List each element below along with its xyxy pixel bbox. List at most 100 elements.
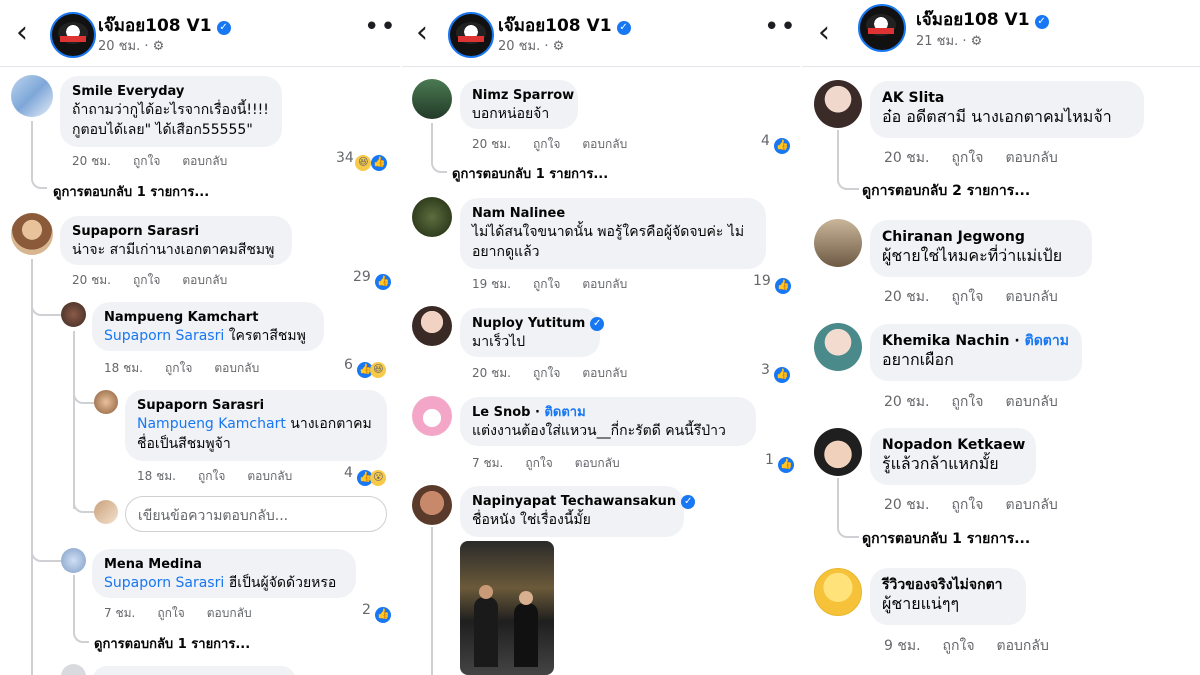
- reply-link[interactable]: ตอบกลับ: [1005, 497, 1057, 513]
- comment-actions: 19 ชม. ถูกใจ ตอบกลับ: [472, 277, 628, 291]
- like-link[interactable]: ถูกใจ: [951, 150, 983, 166]
- page-avatar[interactable]: [50, 12, 96, 58]
- mention-link[interactable]: Supaporn Sarasri: [104, 575, 224, 591]
- comment-author[interactable]: Supaporn Sarasri: [137, 397, 375, 414]
- back-arrow-icon[interactable]: ‹: [16, 18, 28, 48]
- like-link[interactable]: ถูกใจ: [533, 137, 560, 151]
- reply-link[interactable]: ตอบกลับ: [182, 273, 227, 287]
- avatar[interactable]: [814, 219, 862, 267]
- view-replies-link[interactable]: ดูการตอบกลับ 1 รายการ...: [862, 528, 1030, 550]
- comment-text: มาเร็วไป: [472, 334, 526, 350]
- comment-text: อยากดูแล้ว: [472, 244, 540, 260]
- comment-author[interactable]: รีวิวของจริงไม่จกตา: [882, 577, 1014, 594]
- avatar[interactable]: [412, 485, 452, 525]
- reaction-count[interactable]: 2 👍: [362, 602, 392, 623]
- reply-link[interactable]: ตอบกลับ: [575, 456, 620, 470]
- page-avatar[interactable]: [858, 4, 906, 52]
- more-options-icon[interactable]: •••: [364, 14, 402, 40]
- like-link[interactable]: ถูกใจ: [943, 638, 975, 654]
- avatar[interactable]: [412, 79, 452, 119]
- comment-text: ชื่อเป็นสีชมพูจ้า: [137, 436, 231, 452]
- like-link[interactable]: ถูกใจ: [525, 456, 552, 470]
- reply-link[interactable]: ตอบกลับ: [207, 606, 252, 620]
- thread-line: [73, 331, 75, 509]
- like-link[interactable]: ถูกใจ: [951, 289, 983, 305]
- view-replies-link[interactable]: ดูการตอบกลับ 1 รายการ...: [94, 633, 250, 654]
- reaction-count[interactable]: 3 👍: [761, 362, 791, 383]
- avatar[interactable]: [814, 568, 862, 616]
- comment-author[interactable]: Chiranan Jegwong: [882, 229, 1080, 246]
- comment-author[interactable]: Nam Nalinee: [472, 205, 754, 222]
- verified-badge-icon: ✓: [681, 495, 696, 509]
- reaction-count[interactable]: 19 👍: [753, 273, 792, 294]
- page-name[interactable]: เจ๊มอย108 V1 ✓: [916, 6, 1049, 33]
- reply-input[interactable]: เขียนข้อความตอบกลับ...: [125, 496, 387, 532]
- avatar[interactable]: [412, 396, 452, 436]
- comment-author[interactable]: Supaporn Sarasri: [72, 223, 280, 240]
- comment-author[interactable]: Napinyapat Techawansakun ✓: [472, 493, 696, 510]
- avatar[interactable]: [814, 323, 862, 371]
- reaction-count[interactable]: 29 👍: [353, 269, 392, 290]
- video-attachment[interactable]: [460, 541, 554, 675]
- avatar[interactable]: [61, 548, 86, 573]
- like-link[interactable]: ถูกใจ: [198, 469, 225, 483]
- reply-link[interactable]: ตอบกลับ: [582, 137, 627, 151]
- follow-link[interactable]: ติดตาม: [1025, 333, 1069, 349]
- reaction-count[interactable]: 1 👍: [765, 452, 795, 473]
- mention-link[interactable]: Nampueng Kamchart: [137, 416, 286, 432]
- avatar[interactable]: [61, 302, 86, 327]
- comment-author[interactable]: Khemika Nachin · ติดตาม: [882, 333, 1070, 350]
- reply-link[interactable]: ตอบกลับ: [182, 154, 227, 168]
- avatar[interactable]: [11, 75, 53, 117]
- avatar[interactable]: [94, 390, 118, 414]
- view-replies-link[interactable]: ดูการตอบกลับ 1 รายการ...: [452, 163, 608, 184]
- like-link[interactable]: ถูกใจ: [133, 154, 160, 168]
- comment-bubble: Le Snob · ติดตาม แต่งงานต้องใส่แหวน__กี่…: [460, 397, 756, 446]
- like-link[interactable]: ถูกใจ: [157, 606, 184, 620]
- avatar[interactable]: [11, 213, 53, 255]
- like-link[interactable]: ถูกใจ: [533, 366, 560, 380]
- comment-text: อ๋อ อดีตสามี นางเอกตาคมไหมจ้า: [882, 107, 1112, 126]
- reply-link[interactable]: ตอบกลับ: [582, 366, 627, 380]
- back-arrow-icon[interactable]: ‹: [818, 18, 830, 48]
- reply-link[interactable]: ตอบกลับ: [1005, 394, 1057, 410]
- reply-link[interactable]: ตอบกลับ: [1005, 289, 1057, 305]
- comment-author[interactable]: Smile Everyday: [72, 83, 270, 100]
- comment-bubble: Smile Everyday ถ้าถามว่ากูได้อะไรจากเรื่…: [60, 76, 282, 147]
- avatar[interactable]: [814, 428, 862, 476]
- comment-author[interactable]: Nimz Sparrow: [472, 87, 574, 104]
- view-replies-link[interactable]: ดูการตอบกลับ 2 รายการ...: [862, 180, 1030, 202]
- reaction-count[interactable]: 34 😆 👍: [336, 150, 388, 171]
- like-link[interactable]: ถูกใจ: [951, 394, 983, 410]
- like-link[interactable]: ถูกใจ: [533, 277, 560, 291]
- comment-author[interactable]: Mena Medina: [104, 556, 344, 573]
- reply-link[interactable]: ตอบกลับ: [1005, 150, 1057, 166]
- back-arrow-icon[interactable]: ‹: [416, 18, 428, 48]
- like-link[interactable]: ถูกใจ: [951, 497, 983, 513]
- avatar[interactable]: [61, 664, 86, 675]
- like-link[interactable]: ถูกใจ: [165, 361, 192, 375]
- comment-author[interactable]: Nuploy Yutitum ✓: [472, 315, 605, 332]
- avatar[interactable]: [814, 80, 862, 128]
- view-replies-link[interactable]: ดูการตอบกลับ 1 รายการ...: [53, 181, 209, 202]
- reaction-count[interactable]: 4 👍 😮: [344, 465, 387, 486]
- reaction-count[interactable]: 4 👍: [761, 133, 791, 154]
- thread-line: [73, 497, 95, 513]
- more-options-icon[interactable]: •••: [764, 14, 800, 40]
- comment-author[interactable]: Nampueng Kamchart: [104, 309, 312, 326]
- mention-link[interactable]: Supaporn Sarasri: [104, 328, 224, 344]
- reaction-count[interactable]: 6 👍 😆: [344, 357, 387, 378]
- reply-link[interactable]: ตอบกลับ: [582, 277, 627, 291]
- avatar[interactable]: [412, 306, 452, 346]
- follow-link[interactable]: ติดตาม: [544, 405, 585, 420]
- page-avatar[interactable]: [448, 12, 494, 58]
- comment-author[interactable]: Le Snob · ติดตาม: [472, 404, 744, 421]
- reply-link[interactable]: ตอบกลับ: [247, 469, 292, 483]
- comment-author[interactable]: Nopadon Ketkaew: [882, 437, 1025, 454]
- like-link[interactable]: ถูกใจ: [133, 273, 160, 287]
- comment-author[interactable]: AK Slita: [882, 90, 1132, 107]
- avatar[interactable]: [412, 197, 452, 237]
- reply-link[interactable]: ตอบกลับ: [997, 638, 1049, 654]
- reply-link[interactable]: ตอบกลับ: [214, 361, 259, 375]
- comment-text: อยากเผือก: [882, 350, 954, 369]
